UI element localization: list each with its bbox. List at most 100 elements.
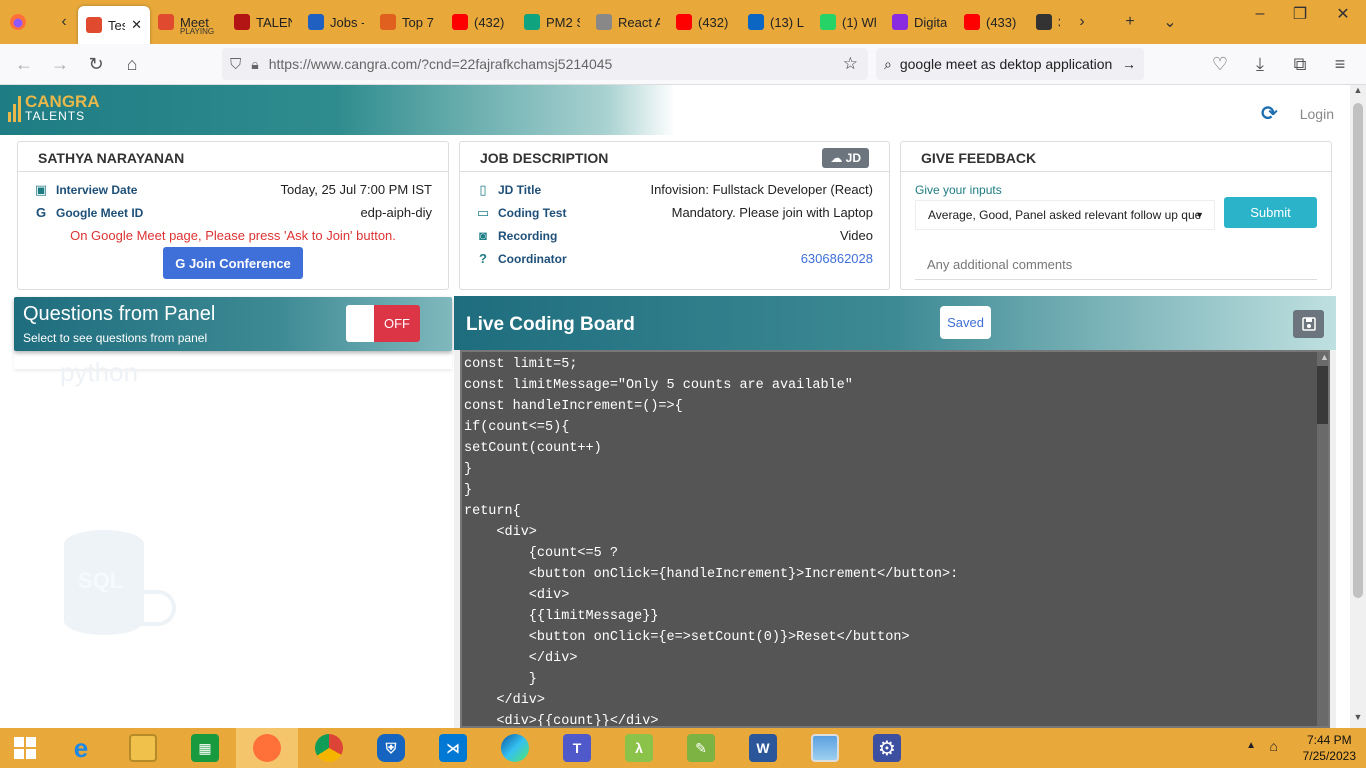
- firefox-menu-icon[interactable]: [4, 8, 32, 36]
- browser-tab-bar: ‹ Tes ✕ MeetPLAYING TALEN Jobs - Top 7 (432) Y…: [0, 0, 1366, 44]
- questions-panel-subtitle: Select to see questions from panel: [23, 331, 208, 345]
- browser-tab[interactable]: Jobs -: [300, 5, 372, 39]
- browser-tab[interactable]: 30: [1028, 5, 1068, 39]
- search-text[interactable]: google meet as dektop application: [900, 56, 1112, 72]
- firefox-icon: [253, 734, 281, 762]
- tray-chevron-icon[interactable]: ▲: [1246, 740, 1256, 751]
- browser-tab[interactable]: React App: [588, 5, 668, 39]
- url-text[interactable]: https://www.cangra.com/?cnd=22fajrafkcha…: [269, 56, 613, 72]
- save-button[interactable]: [1293, 310, 1324, 338]
- taskbar-store[interactable]: ▦: [174, 728, 236, 768]
- board-title: Live Coding Board: [466, 314, 635, 335]
- browser-tab[interactable]: Digita: [884, 5, 956, 39]
- editor-scrollbar[interactable]: ▲: [1317, 352, 1328, 726]
- submit-button[interactable]: Submit: [1224, 197, 1317, 228]
- url-bar[interactable]: ⛉ 🔒︎ https://www.cangra.com/?cnd=22fajra…: [222, 48, 868, 80]
- browser-tab[interactable]: Top 7: [372, 5, 444, 39]
- b-icon: [234, 14, 250, 30]
- search-bar[interactable]: ⌕ google meet as dektop application →: [876, 48, 1144, 80]
- chart-icon: [86, 17, 102, 33]
- taskbar-firefox[interactable]: [236, 728, 298, 768]
- taskbar-notepad[interactable]: ✎: [670, 728, 732, 768]
- join-conference-button[interactable]: G Join Conference: [163, 247, 303, 279]
- new-tab-icon[interactable]: +: [1116, 8, 1144, 36]
- search-go-icon[interactable]: →: [1122, 56, 1136, 72]
- login-link[interactable]: Login: [1300, 106, 1334, 122]
- saved-status-button[interactable]: Saved: [940, 306, 991, 339]
- interview-date-label: Interview Date: [56, 182, 138, 197]
- taskbar-clock[interactable]: 7:44 PM 7/25/2023: [1303, 732, 1356, 764]
- taskbar-defender[interactable]: ⛨: [360, 728, 422, 768]
- refresh-icon[interactable]: ⟳: [1261, 101, 1278, 126]
- scroll-up-icon[interactable]: ▲: [1317, 352, 1328, 366]
- code-text[interactable]: const limit=5; const limitMessage="Only …: [464, 354, 1314, 726]
- close-window-icon[interactable]: ✕: [1320, 0, 1366, 28]
- google-g-icon: G: [175, 255, 189, 271]
- taskbar-chrome[interactable]: [298, 728, 360, 768]
- taskbar-photos[interactable]: [794, 728, 856, 768]
- taskbar-edge[interactable]: [484, 728, 546, 768]
- cangra-logo[interactable]: CANGRA TALENTS: [8, 93, 100, 122]
- google-icon: G: [35, 205, 47, 220]
- browser-tab[interactable]: (13) Li: [740, 5, 812, 39]
- job-row-label: JD Title: [498, 182, 542, 197]
- bookmark-star-icon[interactable]: ☆: [843, 54, 858, 74]
- forward-icon[interactable]: →: [42, 48, 78, 80]
- tab-label: (432) Y: [474, 14, 508, 30]
- taskbar-explorer[interactable]: [112, 728, 174, 768]
- additional-comments-input[interactable]: Any additional comments: [915, 250, 1317, 280]
- menu-icon[interactable]: ≡: [1322, 48, 1358, 80]
- minimize-icon[interactable]: –: [1240, 0, 1280, 28]
- youtube-icon: [964, 14, 980, 30]
- downloads-icon[interactable]: ⤓: [1242, 48, 1278, 80]
- logo-title: CANGRA: [25, 92, 100, 111]
- lock-icon[interactable]: 🔒︎: [251, 56, 258, 73]
- browser-tab[interactable]: PM2 S: [516, 5, 588, 39]
- feedback-card: GIVE FEEDBACK Give your inputs Average, …: [900, 141, 1332, 290]
- network-icon[interactable]: ⌂: [1270, 738, 1278, 754]
- questions-toggle[interactable]: OFF: [346, 305, 420, 342]
- taskbar-teams[interactable]: T: [546, 728, 608, 768]
- feedback-title: GIVE FEEDBACK: [901, 142, 1331, 172]
- page-scrollbar[interactable]: ▲ ▼: [1350, 85, 1366, 728]
- browser-tab[interactable]: (432) Y: [444, 5, 516, 39]
- taskbar-word[interactable]: W: [732, 728, 794, 768]
- maximize-icon[interactable]: ❐: [1280, 0, 1320, 28]
- close-tab-icon[interactable]: ✕: [131, 17, 142, 33]
- browser-tab[interactable]: (1) Wh: [812, 5, 884, 39]
- browser-tab[interactable]: (433) T: [956, 5, 1028, 39]
- shield-icon[interactable]: ⛉: [230, 56, 241, 73]
- tab-scroll-left-icon[interactable]: ‹: [50, 8, 78, 36]
- taskbar-app-green[interactable]: λ: [608, 728, 670, 768]
- windows-icon: [14, 737, 36, 759]
- job-row-label: Coordinator: [498, 251, 567, 266]
- candidate-name: SATHYA NARAYANAN: [18, 142, 448, 172]
- browser-tab[interactable]: TALEN: [226, 5, 300, 39]
- browser-tab[interactable]: (432) r: [668, 5, 740, 39]
- job-row-value: Infovision: Fullstack Developer (React): [650, 182, 873, 197]
- jd-download-button[interactable]: ☁ JD: [822, 148, 869, 168]
- pocket-icon[interactable]: ♡: [1202, 48, 1238, 80]
- page-scroll-up-icon[interactable]: ▲: [1350, 85, 1366, 101]
- list-tabs-icon[interactable]: ⌄: [1156, 8, 1184, 36]
- tab-scroll-right-icon[interactable]: ›: [1068, 8, 1096, 36]
- browser-tab[interactable]: Tes ✕: [78, 6, 150, 44]
- taskbar-ie[interactable]: e: [50, 728, 112, 768]
- start-button[interactable]: [0, 728, 50, 768]
- taskbar-settings[interactable]: ⚙: [856, 728, 918, 768]
- editor-scroll-thumb[interactable]: [1317, 366, 1328, 424]
- back-icon[interactable]: ←: [6, 48, 42, 80]
- youtube-icon: [452, 14, 468, 30]
- tab-label: Top 7: [402, 14, 434, 30]
- code-editor[interactable]: const limit=5; const limitMessage="Only …: [460, 350, 1330, 728]
- extensions-icon[interactable]: ⧉: [1282, 48, 1318, 80]
- coordinator-phone-link[interactable]: 6306862028: [801, 251, 873, 266]
- home-icon[interactable]: ⌂: [114, 48, 150, 80]
- browser-tab[interactable]: Meet PLAYING: [150, 5, 226, 39]
- reload-icon[interactable]: ↻: [78, 48, 114, 80]
- feedback-select-value: Average, Good, Panel asked relevant foll…: [928, 208, 1202, 222]
- taskbar-vscode[interactable]: ⋊: [422, 728, 484, 768]
- page-scroll-down-icon[interactable]: ▼: [1350, 712, 1366, 728]
- feedback-select[interactable]: Average, Good, Panel asked relevant foll…: [915, 200, 1215, 230]
- page-scroll-thumb[interactable]: [1353, 103, 1363, 598]
